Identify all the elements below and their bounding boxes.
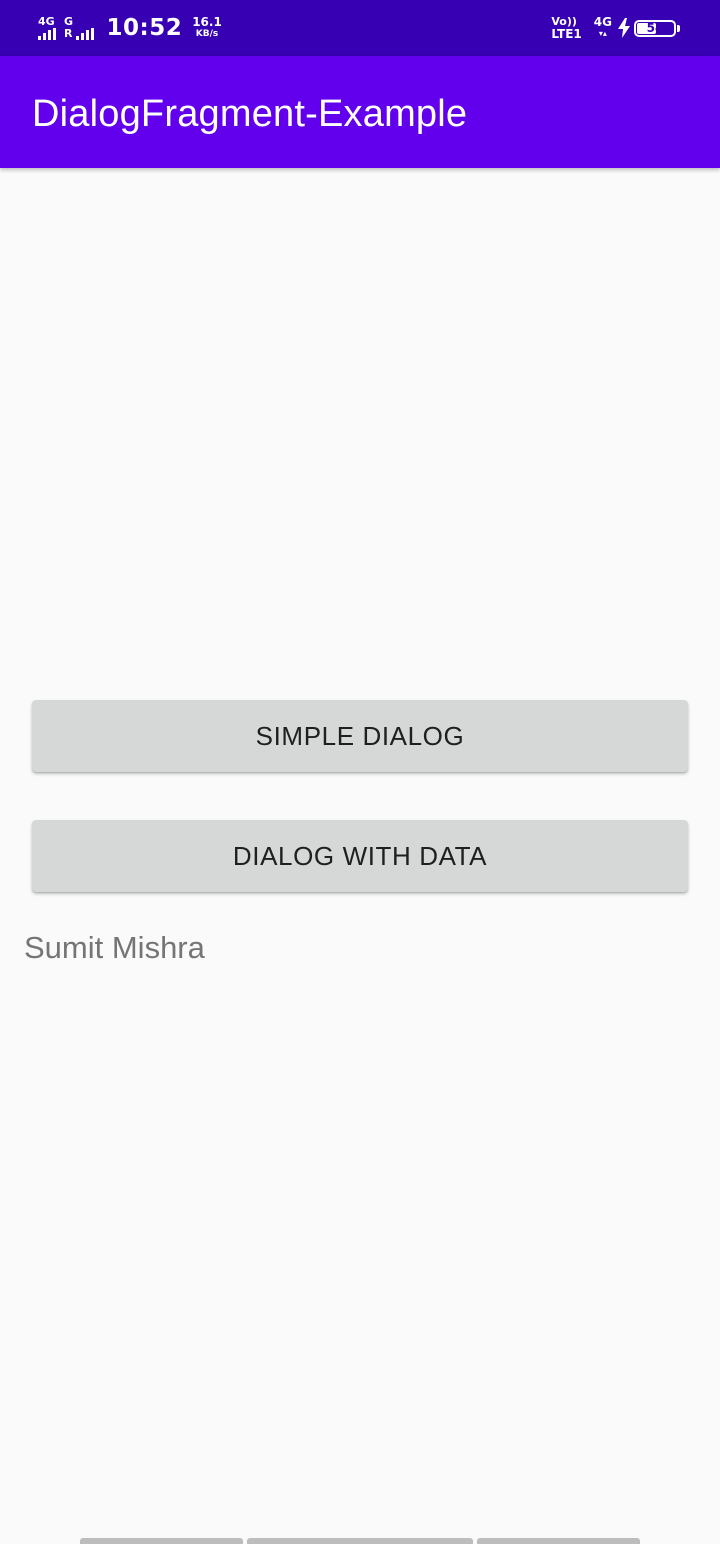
nav-segment-home[interactable] [247, 1538, 473, 1544]
status-bar: 4G G R 10:52 16.1 KB/s Vo)) LTE1 4G ▾▴ 5… [0, 0, 720, 56]
signal-bars-icon: R [64, 27, 95, 40]
sim1-network-label: 4G [38, 15, 55, 28]
dialog-with-data-button[interactable]: DIALOG WITH DATA [32, 820, 688, 892]
lte-label: LTE1 [551, 27, 582, 41]
network-speed-unit: KB/s [195, 29, 219, 39]
nav-segment-back[interactable] [80, 1538, 243, 1544]
network-speed-value: 16.1 [192, 15, 222, 29]
battery-body: 54 [634, 19, 676, 37]
status-bar-right: Vo)) LTE1 4G ▾▴ 54 [551, 0, 680, 56]
clock: 10:52 [106, 15, 183, 41]
battery-icon: 54 [634, 19, 680, 37]
sim1-signal: 4G [38, 16, 56, 40]
volte-indicator: Vo)) LTE1 [551, 15, 581, 41]
battery-tip [677, 24, 680, 32]
bolt-icon [618, 18, 630, 38]
data-network-label: 4G [593, 15, 612, 29]
navigation-bar [80, 1538, 640, 1544]
signal-bars-icon [38, 28, 56, 40]
nav-segment-recents[interactable] [477, 1538, 640, 1544]
result-text: Sumit Mishra [24, 930, 205, 965]
roaming-label: R [64, 27, 73, 40]
sim2-signal: G R [64, 16, 95, 40]
status-bar-left: 4G G R 10:52 16.1 KB/s [38, 0, 222, 56]
page-title: DialogFragment-Example [32, 93, 468, 135]
data-network-indicator: 4G ▾▴ [594, 16, 612, 40]
simple-dialog-button[interactable]: SIMPLE DIALOG [32, 700, 688, 772]
network-speed: 16.1 KB/s [192, 16, 222, 40]
app-bar: DialogFragment-Example [0, 56, 720, 168]
arrows-icon: ▾▴ [598, 29, 607, 38]
battery-level: 54 [646, 21, 664, 35]
